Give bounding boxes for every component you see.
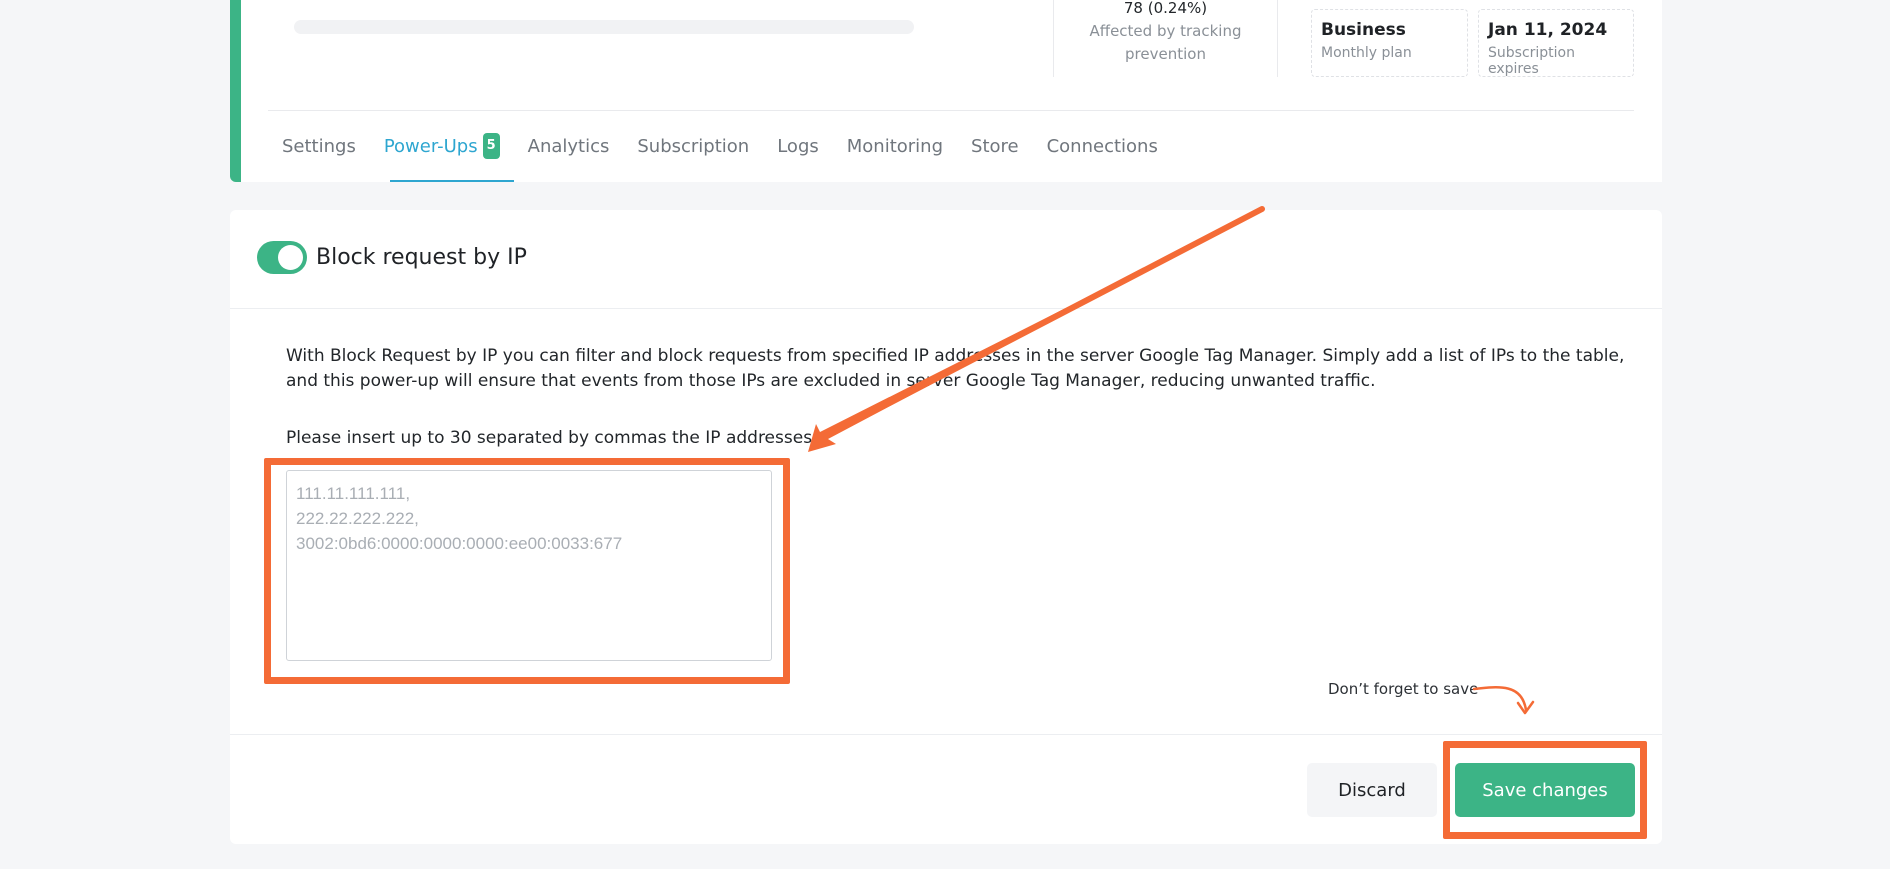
plan-period: Monthly plan (1321, 45, 1412, 61)
tab-power-ups[interactable]: Power-Ups 5 (370, 111, 514, 182)
toggle-knob (278, 245, 303, 270)
tab-analytics[interactable]: Analytics (514, 111, 624, 181)
tab-label: Settings (282, 135, 356, 157)
plan-info-box: Business Monthly plan (1311, 9, 1468, 77)
tab-label: Power-Ups (383, 135, 478, 157)
tab-label: Logs (777, 135, 819, 157)
power-up-card: Block request by IP With Block Request b… (230, 210, 1662, 844)
tracking-prevention-value: 78 (0.24%) (1123, 0, 1208, 17)
tab-settings[interactable]: Settings (268, 111, 370, 181)
textarea-highlight-box (264, 458, 790, 684)
power-ups-count-badge: 5 (482, 133, 500, 159)
power-up-header: Block request by IP (230, 210, 1662, 309)
tab-label: Connections (1046, 135, 1158, 157)
tab-monitoring[interactable]: Monitoring (833, 111, 957, 181)
subscription-info-box: Jan 11, 2024 Subscription expires (1478, 9, 1634, 77)
tab-logs[interactable]: Logs (763, 111, 833, 181)
tracking-prevention-stat: 78 (0.24%) Affected by tracking preventi… (1053, 0, 1278, 77)
power-up-description: With Block Request by IP you can filter … (286, 346, 1625, 391)
tab-store[interactable]: Store (957, 111, 1033, 181)
subscription-label: Subscription expires (1488, 45, 1575, 77)
save-reminder-note: Don’t forget to save (1328, 680, 1479, 698)
tab-subscription[interactable]: Subscription (623, 111, 763, 181)
save-button-highlight-box (1443, 741, 1647, 839)
power-up-title: Block request by IP (316, 245, 527, 270)
tab-connections[interactable]: Connections (1033, 111, 1172, 181)
plan-name: Business (1321, 20, 1406, 40)
discard-button[interactable]: Discard (1307, 763, 1437, 817)
container-tabs: Settings Power-Ups 5 Analytics Subscript… (268, 111, 1172, 182)
ip-addresses-label: Please insert up to 30 separated by comm… (286, 428, 818, 448)
power-up-toggle[interactable] (257, 241, 307, 274)
usage-progress-bar (294, 20, 914, 34)
tab-label: Analytics (527, 135, 610, 157)
tracking-prevention-label: Affected by tracking prevention (1089, 22, 1242, 63)
tab-label: Monitoring (846, 135, 944, 157)
footer-divider (230, 734, 1662, 735)
subscription-date: Jan 11, 2024 (1488, 20, 1608, 40)
tab-label: Subscription (637, 135, 750, 157)
tab-label: Store (971, 135, 1019, 157)
